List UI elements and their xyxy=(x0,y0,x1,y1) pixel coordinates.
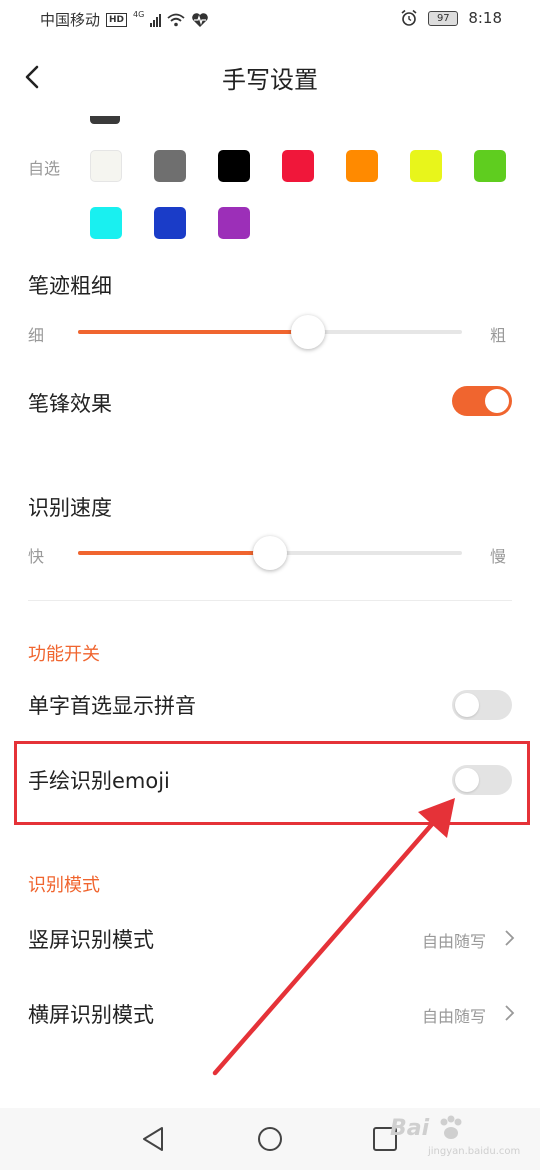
paw-icon xyxy=(440,1115,462,1139)
nav-back-icon[interactable] xyxy=(134,1122,174,1156)
annotation-arrow xyxy=(212,798,455,1076)
watermark-sub: jingyan.baidu.com xyxy=(428,1146,521,1157)
watermark-brand: Bai xyxy=(390,1116,430,1141)
nav-home-icon[interactable] xyxy=(250,1122,290,1156)
watermark: Bai jingyan.baidu.com xyxy=(384,1108,534,1166)
